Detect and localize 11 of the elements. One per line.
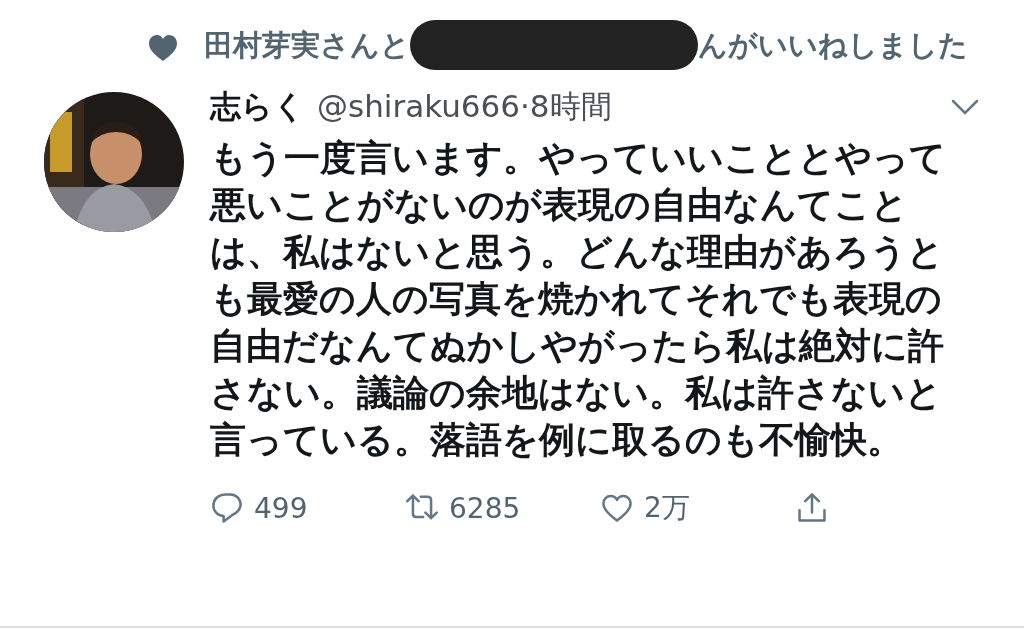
display-name[interactable]: 志らく [210, 86, 305, 128]
action-count: 499 [254, 491, 308, 525]
tweet-text: もう一度言います。やっていいこととやって悪いことがないのが表現の自由なんてことは、私はないと思う。どんな理由があろうとも最愛の人の写真を焼かれてそれでも表現の自由だなんてぬかしやがったら私は絶対に許さない。議論の余地はない。私は許さないと言っている。落語を例に取るのも不愉快。 [210, 136, 947, 462]
action-count: 2万 [644, 490, 690, 526]
action-count: 6285 [449, 491, 521, 525]
liked-by-text: 田村芽実さんと んがいいねしました [204, 20, 974, 70]
chevron-down-icon[interactable] [950, 97, 980, 117]
handle-and-time: @shiraku666·8時間 [317, 87, 612, 126]
share-icon[interactable] [795, 491, 829, 525]
speech-bubble-icon[interactable] [210, 491, 244, 525]
heart-icon [148, 34, 178, 62]
